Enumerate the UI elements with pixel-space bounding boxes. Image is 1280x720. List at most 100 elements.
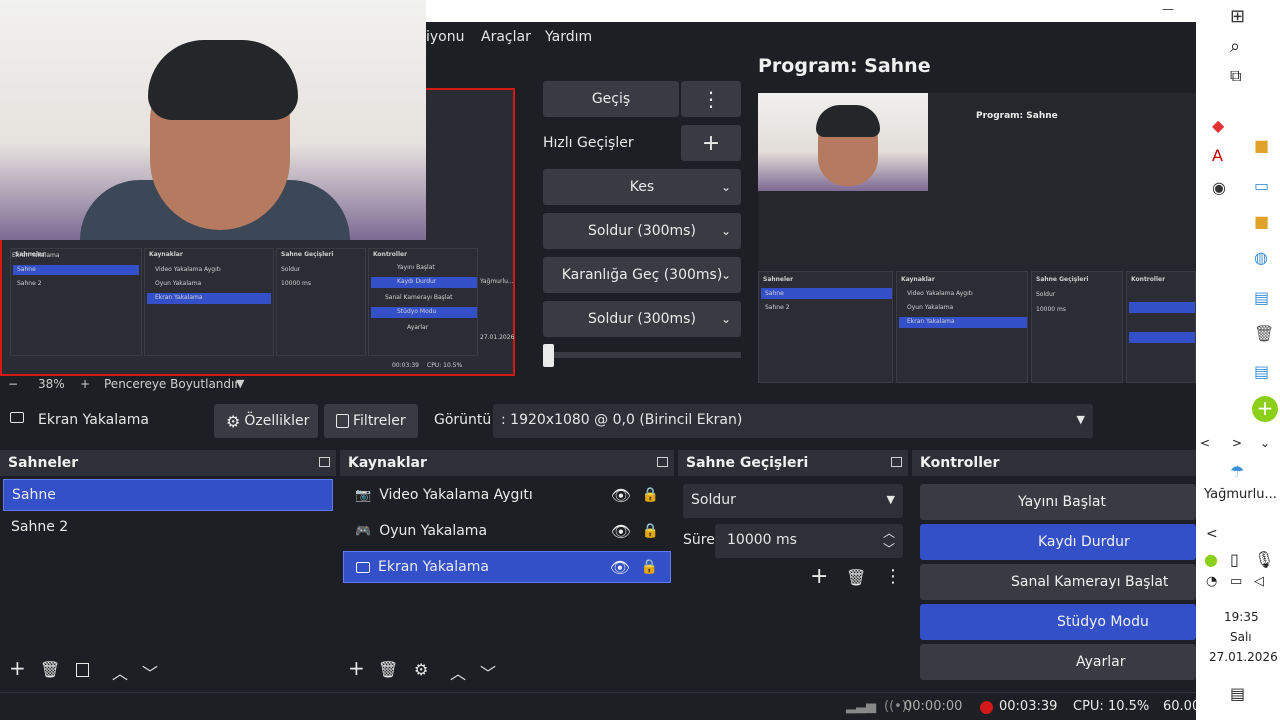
network-app-icon[interactable]: ◍	[1254, 248, 1268, 267]
add-transition-icon[interactable]: +	[810, 564, 828, 589]
chevron-up-icon[interactable]: ︿	[112, 660, 128, 684]
trash-icon[interactable]: 🗑	[846, 568, 866, 587]
webcam-hair	[148, 40, 298, 120]
acrobat-app-icon[interactable]: A	[1212, 146, 1223, 165]
stop-recording-label: Kaydı Durdur	[1038, 534, 1130, 550]
quick-transition-fade-2[interactable]: Soldur (300ms) ⌄	[543, 301, 741, 337]
undock-icon[interactable]	[657, 457, 668, 467]
scenes-footer: + 🗑 ︿ ﹀	[0, 652, 336, 688]
chevron-down-icon: ⌄	[720, 268, 731, 282]
transition-menu-icon[interactable]: ⋮	[681, 81, 741, 117]
computer-app-icon[interactable]: ▭	[1254, 176, 1269, 195]
explorer-app-icon[interactable]: ■	[1254, 212, 1269, 231]
recycle-bin-icon[interactable]: 🗑	[1254, 324, 1274, 343]
scene-item-sahne-2[interactable]: Sahne 2	[3, 511, 333, 543]
chevron-left-icon[interactable]: <	[1200, 436, 1210, 450]
zoom-level: 38%	[38, 377, 65, 391]
lock-icon[interactable]: 🔒	[642, 487, 659, 503]
quick-transition-cut[interactable]: Kes ⌄	[543, 169, 741, 205]
mini-scene-1: Sahne	[17, 266, 36, 273]
zoom-dropdown-icon[interactable]: ▼	[236, 377, 244, 390]
eye-icon[interactable]: 👁	[611, 486, 631, 505]
app-icon-2[interactable]: ▤	[1254, 362, 1269, 381]
duration-spinbox[interactable]: 10000 ms ︿ ﹀	[715, 524, 903, 558]
filters-button[interactable]: Filtreler	[324, 404, 418, 438]
tbar-track	[543, 352, 741, 358]
mini-source-2: Oyun Yakalama	[155, 280, 202, 287]
eye-icon[interactable]: 👁	[611, 522, 631, 541]
program-mini-scene-1: Sahne	[765, 290, 784, 297]
menu-item-araclar[interactable]: Araçlar	[481, 29, 531, 45]
undock-icon[interactable]	[891, 457, 902, 467]
start-virtualcam-button[interactable]: Sanal Kamerayı Başlat	[920, 564, 1196, 600]
microphone-icon[interactable]: 🎙	[1254, 550, 1274, 569]
wifi-icon[interactable]: ◔	[1206, 574, 1217, 589]
volume-icon[interactable]: ◁	[1254, 574, 1264, 589]
tray-device-icon[interactable]: ▯	[1230, 550, 1239, 569]
fit-to-window-label[interactable]: Pencereye Boyutlandır	[104, 377, 239, 391]
app-icon[interactable]: ▤	[1254, 288, 1269, 307]
properties-button[interactable]: ⚙ Özellikler	[214, 404, 318, 438]
source-item-video-capture[interactable]: 📷 Video Yakalama Aygıtı 👁 🔒	[343, 479, 671, 511]
trash-icon[interactable]: 🗑	[40, 660, 60, 679]
more-options-icon[interactable]: ⋮	[884, 566, 902, 587]
transition-type-select[interactable]: Soldur ▼	[683, 484, 903, 518]
search-icon[interactable]: ⌕	[1230, 36, 1240, 57]
trash-icon[interactable]: 🗑	[378, 660, 398, 679]
source-item-game-capture[interactable]: 🎮 Oyun Yakalama 👁 🔒	[343, 515, 671, 547]
display-select[interactable]: : 1920x1080 @ 0,0 (Birincil Ekran) ▼	[493, 404, 1093, 438]
add-source-icon[interactable]: +	[348, 656, 365, 680]
menu-item-yardim[interactable]: Yardım	[545, 29, 592, 45]
transition-button[interactable]: Geçiş	[543, 81, 679, 117]
add-scene-icon[interactable]: +	[9, 656, 26, 680]
copilot-app-icon[interactable]: ◆	[1212, 116, 1224, 135]
scene-item-sahne[interactable]: Sahne	[3, 479, 333, 511]
obs-app-icon[interactable]: ◉	[1212, 178, 1226, 197]
zoom-out-icon[interactable]: −	[8, 377, 18, 391]
task-view-icon[interactable]: ⧉	[1230, 66, 1241, 86]
source-item-display-capture[interactable]: Ekran Yakalama 👁 🔒	[343, 551, 671, 583]
chevron-down-icon[interactable]: ⌄	[1260, 436, 1270, 450]
lock-icon[interactable]: 🔒	[641, 559, 658, 575]
filter-icon[interactable]	[76, 663, 89, 677]
studio-mode-button[interactable]: Stüdyo Modu	[920, 604, 1196, 640]
controls-body: Yayını Başlat Kaydı Durdur Sanal Kameray…	[912, 476, 1196, 688]
windows-start-icon[interactable]: ⊞	[1230, 6, 1245, 27]
add-quick-transition-icon[interactable]: +	[681, 125, 741, 161]
chevron-up-icon[interactable]: ︿	[883, 524, 895, 541]
gear-icon[interactable]: ⚙	[414, 660, 428, 679]
gear-icon: ⚙	[226, 411, 241, 431]
tbar-handle[interactable]	[543, 344, 554, 367]
battery-icon[interactable]: ▭	[1230, 574, 1242, 589]
stop-recording-button[interactable]: Kaydı Durdur	[920, 524, 1196, 560]
quick-transition-fade-to-black[interactable]: Karanlığa Geç (300ms) ⌄	[543, 257, 741, 293]
notification-icon[interactable]: ▤	[1230, 684, 1245, 703]
start-virtualcam-label: Sanal Kamerayı Başlat	[1011, 574, 1169, 590]
menu-item-gorunum[interactable]: iyonu	[426, 29, 465, 45]
start-stream-button[interactable]: Yayını Başlat	[920, 484, 1196, 520]
weather-text[interactable]: Yağmurlu...	[1204, 487, 1277, 502]
clock-time[interactable]: 19:35	[1224, 610, 1259, 624]
studio-mode-label: Stüdyo Modu	[1057, 614, 1149, 630]
lock-icon[interactable]: 🔒	[642, 523, 659, 539]
chevron-down-icon[interactable]: ﹀	[142, 660, 158, 684]
quick-transition-fade-label: Soldur (300ms)	[588, 223, 696, 239]
undock-icon[interactable]	[319, 457, 330, 467]
chevron-right-icon[interactable]: >	[1232, 436, 1242, 450]
chevron-up-icon[interactable]: ︿	[450, 660, 466, 684]
add-app-icon[interactable]: +	[1252, 396, 1278, 422]
properties-label: Özellikler	[244, 413, 310, 429]
minimize-button[interactable]: —	[1162, 2, 1174, 16]
eye-icon[interactable]: 👁	[610, 558, 630, 577]
tray-app-icon[interactable]: ●	[1204, 550, 1218, 569]
clock-day[interactable]: Salı	[1230, 630, 1252, 644]
chevron-left-icon[interactable]: <	[1206, 526, 1218, 542]
record-icon	[980, 701, 993, 714]
quick-transition-fade[interactable]: Soldur (300ms) ⌄	[543, 213, 741, 249]
folder-app-icon[interactable]: ■	[1254, 136, 1269, 155]
settings-button[interactable]: Ayarlar	[920, 644, 1196, 680]
chevron-down-icon[interactable]: ﹀	[480, 660, 496, 684]
chevron-down-icon[interactable]: ﹀	[883, 540, 895, 557]
zoom-in-icon[interactable]: +	[80, 377, 90, 391]
clock-date[interactable]: 27.01.2026	[1209, 650, 1278, 664]
